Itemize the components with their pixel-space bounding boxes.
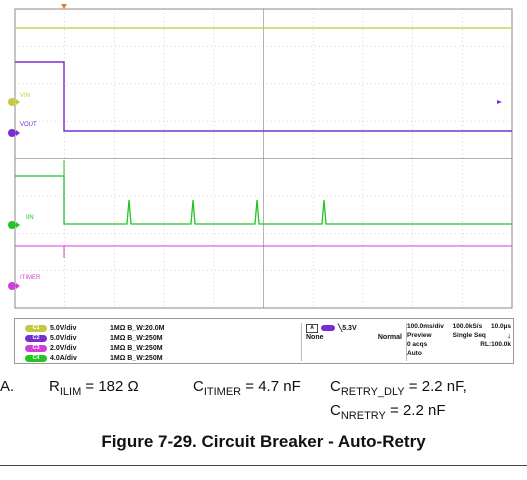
trigger-channel-icon [321,325,335,331]
resolution: 10.0µs [490,323,511,330]
channel-settings-row: C2 5.0V/div 1MΩ B_W:250M [25,333,170,343]
channel-bandwidth: B_W:250M [127,354,163,362]
channel-marker-icon [8,129,16,137]
sample-rate: 100.0kS/s [452,323,483,330]
acq-sequence: Single Seq [452,332,486,339]
citimer-value: CITIMER = 4.7 nF [193,378,301,398]
record-length: RL:100.0k [480,341,511,348]
channel-scale: 5.0V/div [50,324,77,332]
oscilloscope-display: VIN VOUT IIN ITIMER [8,4,513,309]
channel-marker-label: IIN [26,215,34,221]
channel-badge: C3 [25,344,47,352]
channel-badge: C4 [25,354,47,362]
channel-impedance: 1MΩ [110,344,128,352]
channel-badge: C1 [25,324,47,332]
channel-impedance: 1MΩ [110,354,128,362]
rilim-value: RILIM = 182 Ω [49,378,139,398]
channel-scale: 2.0V/div [50,344,77,352]
trigger-source-badge: A [306,323,318,333]
acquisition-settings: 100.0ms/div 100.0kS/s 10.0µs Preview Sin… [407,322,511,358]
scope-settings-panel: C1 5.0V/div 1MΩ B_W:20.0M C2 5.0V/div 1MΩ B_W… [14,318,514,364]
single-seq-icon: ↓ [507,331,511,340]
timebase: 100.0ms/div [407,323,444,330]
channel-settings-row: C1 5.0V/div 1MΩ B_W:20.0M [25,323,170,333]
cnretry-value: CNRETRY = 2.2 nF [330,402,446,422]
figure-caption: Figure 7-29. Circuit Breaker - Auto-Retr… [101,432,426,451]
trigger-mode: Normal [377,334,402,341]
channel-badge: C2 [25,334,47,342]
channel-settings-row: C3 2.0V/div 1MΩ B_W:250M [25,343,170,353]
channel-bandwidth: B_W:250M [127,334,163,342]
acq-state: Preview [407,332,432,339]
channel-marker-label: VIN [20,93,30,99]
test-conditions: A. RILIM = 182 Ω CITIMER = 4.7 nF CRETRY… [0,374,527,424]
trigger-level: 5.3V [342,324,357,332]
channel-impedance: 1MΩ [110,334,128,342]
channel-marker-label: ITIMER [20,275,41,281]
channel-marker-icon [8,221,16,229]
channel-marker-label: VOUT [20,122,37,128]
channel-settings-row: C4 4.0A/div 1MΩ B_W:250M [25,353,170,363]
acq-trigger-mode: Auto [407,350,422,357]
acq-count: 0 acqs [407,341,428,348]
channel-bandwidth: B_W:20.0M [127,324,165,332]
channel-scale: 4.0A/div [50,354,77,362]
trigger-position-icon [61,4,67,9]
channel-marker-icon [8,98,16,106]
channel-scale: 5.0V/div [50,334,77,342]
caption-rule [0,465,527,466]
channel-bandwidth: B_W:250M [127,344,163,352]
scope-grid [14,4,513,309]
cretry-value: CRETRY_DLY = 2.2 nF, [330,378,467,398]
channel-impedance: 1MΩ [110,324,128,332]
channel-marker-icon [8,282,16,290]
trigger-settings: A ╲ 5.3V None Normal [301,323,407,361]
trigger-coupling: None [306,334,324,341]
note-label: A. [0,378,15,395]
